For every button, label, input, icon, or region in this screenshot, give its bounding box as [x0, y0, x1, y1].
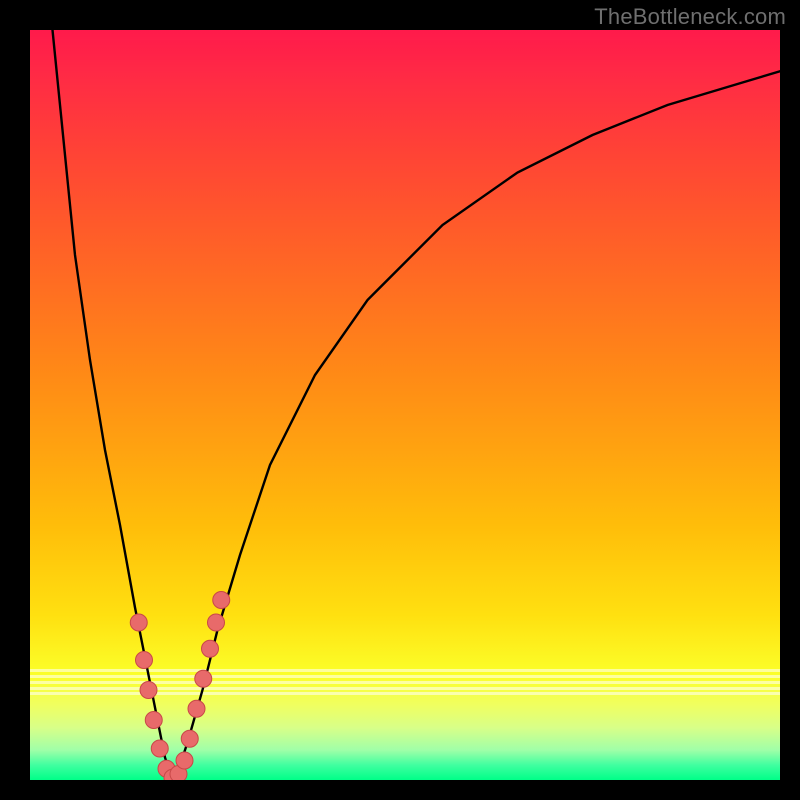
plot-area: [30, 30, 780, 780]
data-marker: [145, 712, 162, 729]
data-marker: [188, 700, 205, 717]
curve-layer: [30, 30, 780, 780]
attribution-text: TheBottleneck.com: [594, 4, 786, 30]
data-marker: [181, 730, 198, 747]
data-marker: [151, 740, 168, 757]
data-markers: [130, 592, 230, 781]
data-marker: [202, 640, 219, 657]
data-marker: [176, 752, 193, 769]
data-marker: [208, 614, 225, 631]
data-marker: [140, 682, 157, 699]
data-marker: [195, 670, 212, 687]
data-marker: [213, 592, 230, 609]
data-marker: [130, 614, 147, 631]
data-marker: [136, 652, 153, 669]
chart-frame: TheBottleneck.com: [0, 0, 800, 800]
bottleneck-curve: [53, 30, 781, 780]
